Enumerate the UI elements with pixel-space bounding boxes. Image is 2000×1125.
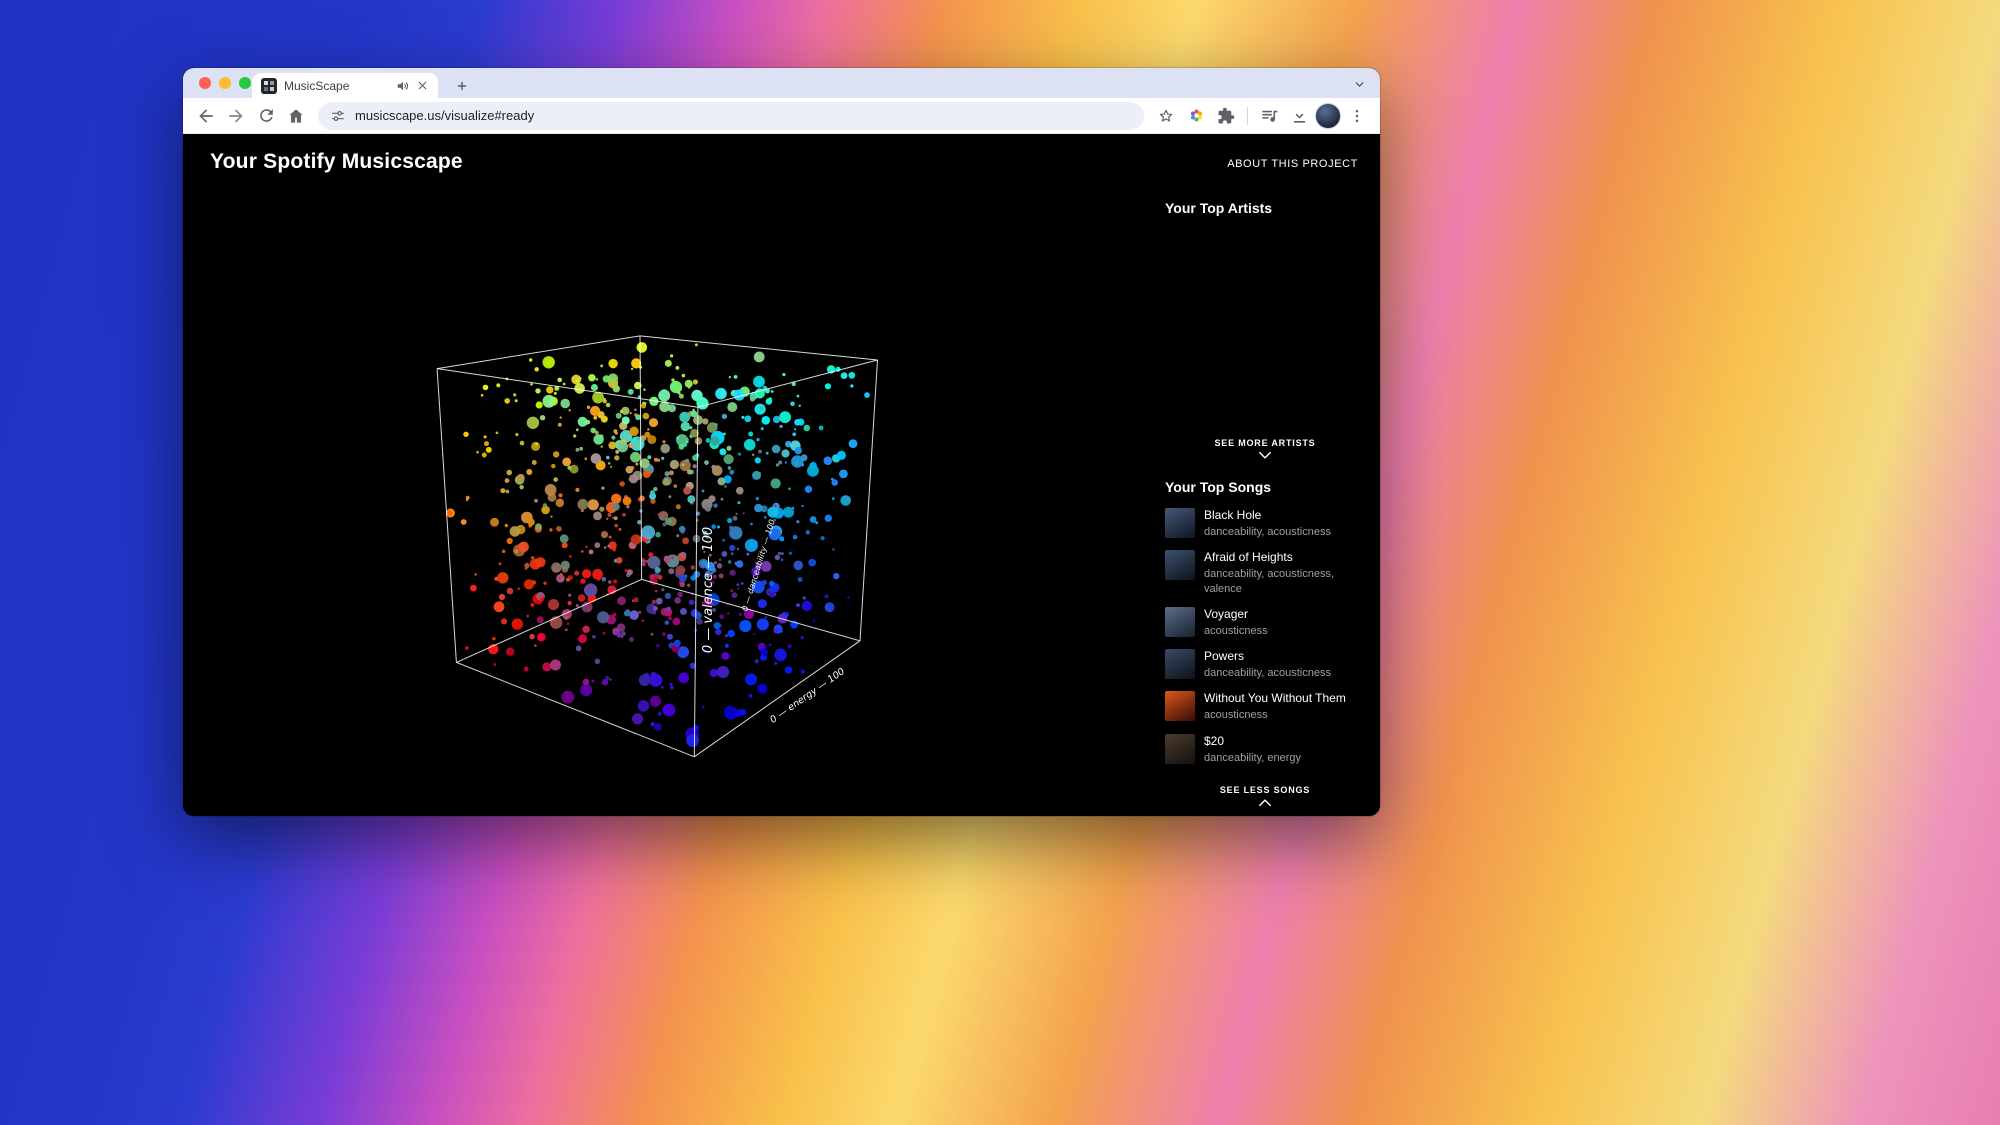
album-art: [1165, 691, 1195, 722]
song-list: Black Hole danceability, acousticness Af…: [1165, 508, 1365, 765]
extension-colorwheel-button[interactable]: [1182, 102, 1210, 130]
tab-favicon: [261, 77, 277, 94]
about-project-link[interactable]: ABOUT THIS PROJECT: [1227, 158, 1358, 170]
song-features: danceability, acousticness: [1204, 526, 1331, 538]
see-more-artists-button[interactable]: SEE MORE ARTISTS: [1165, 438, 1365, 460]
song-row[interactable]: Without You Without Them acousticness: [1165, 691, 1365, 722]
song-row[interactable]: Powers danceability, acousticness: [1165, 649, 1365, 680]
close-window-button[interactable]: [199, 77, 211, 89]
browser-toolbar: musicscape.us/visualize#ready: [183, 98, 1380, 134]
sidebar: Your Top Artists SEE MORE ARTISTS Your T…: [1165, 200, 1365, 776]
reload-icon: [259, 109, 273, 122]
back-button[interactable]: [192, 102, 220, 130]
puzzle-icon: [1218, 107, 1235, 123]
colorwheel-icon: [1190, 109, 1202, 122]
album-art: [1165, 606, 1195, 637]
url-text: musicscape.us/visualize#ready: [355, 108, 535, 123]
song-title: Afraid of Heights: [1204, 550, 1293, 565]
tab-strip: MusicScape: [183, 68, 1380, 98]
chevron-down-icon: [1259, 451, 1271, 459]
song-title: Black Hole: [1204, 508, 1262, 522]
song-title: Voyager: [1204, 606, 1249, 621]
three-dots-icon: [1355, 109, 1359, 122]
song-title: Without You Without Them: [1204, 691, 1346, 706]
top-artists-heading: Your Top Artists: [1165, 200, 1273, 216]
star-icon: [1159, 109, 1173, 122]
plus-icon: [457, 81, 467, 90]
album-art: [1165, 508, 1195, 538]
song-row[interactable]: Voyager acousticness: [1165, 606, 1365, 638]
axis-label: 0 — valence — 100: [701, 527, 716, 653]
back-icon: [199, 108, 213, 123]
toolbar-separator: [1247, 106, 1248, 125]
song-features: danceability, acousticness: [1204, 667, 1331, 680]
home-icon: [289, 108, 303, 123]
address-bar[interactable]: musicscape.us/visualize#ready: [318, 101, 1144, 130]
home-button[interactable]: [282, 102, 310, 130]
song-title: Powers: [1204, 649, 1245, 664]
see-more-artists-label: SEE MORE ARTISTS: [1214, 438, 1316, 448]
song-features: acousticness: [1204, 624, 1268, 637]
chevron-down-icon: [1355, 81, 1363, 87]
download-icon: [1293, 109, 1305, 123]
see-less-songs-button[interactable]: SEE LESS SONGS: [1165, 785, 1365, 807]
window-controls: [199, 77, 251, 89]
song-row[interactable]: $20 danceability, energy: [1165, 733, 1365, 765]
tab-search-button[interactable]: [1347, 74, 1371, 94]
tab-audio-icon[interactable]: [396, 79, 410, 93]
minimize-window-button[interactable]: [219, 77, 231, 89]
tab-title: MusicScape: [284, 78, 350, 93]
new-tab-button[interactable]: [449, 73, 475, 98]
media-controls-icon: [1261, 110, 1277, 122]
reload-button[interactable]: [252, 102, 280, 130]
album-art: [1165, 733, 1195, 764]
axis-label: 0 — danceability — 100: [740, 518, 777, 612]
see-less-songs-label: SEE LESS SONGS: [1219, 785, 1311, 795]
top-songs-heading: Your Top Songs: [1165, 479, 1272, 495]
album-art: [1165, 550, 1195, 581]
song-features: danceability, energy: [1204, 751, 1302, 764]
song-row[interactable]: Afraid of Heights danceability, acoustic…: [1165, 550, 1365, 596]
desktop: { "browser": { "tab_title": "MusicScape"…: [0, 0, 2000, 1125]
site-settings-icon[interactable]: [330, 108, 346, 124]
song-features: danceability, acousticness, valence: [1204, 568, 1335, 595]
downloads-button[interactable]: [1285, 102, 1313, 130]
top-artists-grid: [1165, 216, 1365, 438]
bookmark-button[interactable]: [1152, 102, 1180, 130]
album-art: [1165, 649, 1195, 680]
forward-icon: [229, 108, 243, 123]
browser-tab[interactable]: MusicScape: [252, 73, 438, 98]
extensions-button[interactable]: [1212, 102, 1240, 130]
browser-menu-button[interactable]: [1343, 102, 1371, 130]
tab-close-icon[interactable]: [416, 79, 429, 92]
page-content: Your Spotify Musicscape ABOUT THIS PROJE…: [183, 134, 1380, 816]
media-controls-button[interactable]: [1255, 102, 1283, 130]
profile-avatar[interactable]: [1315, 102, 1341, 129]
page-title: Your Spotify Musicscape: [210, 150, 463, 173]
fullscreen-window-button[interactable]: [239, 77, 251, 89]
axis-label: 0 — energy — 100: [768, 666, 847, 726]
musicscape-3d-scatter[interactable]: 0 — valence — 100 0 — danceability — 100 0…: [401, 274, 961, 816]
browser-window: MusicScape musicscape.us/visualize#ready…: [183, 68, 1380, 816]
song-row[interactable]: Black Hole danceability, acousticness: [1165, 508, 1365, 539]
chevron-up-icon: [1259, 799, 1271, 807]
song-features: acousticness: [1204, 709, 1268, 722]
song-title: $20: [1204, 733, 1225, 748]
forward-button[interactable]: [222, 102, 250, 130]
